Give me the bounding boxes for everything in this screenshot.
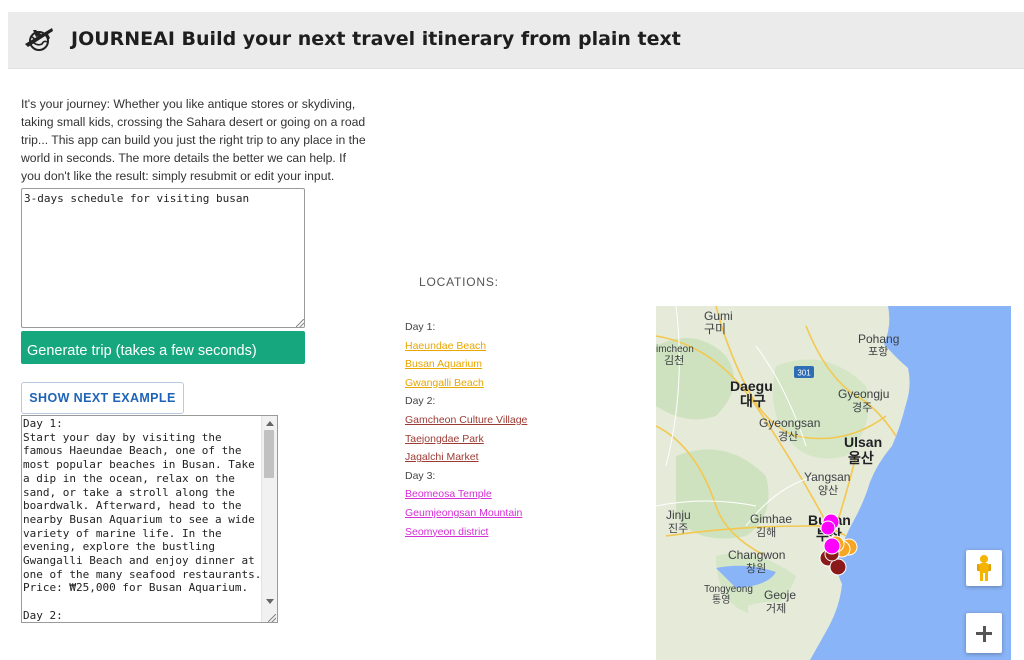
- map-label-tongyeong-ko: 통영: [712, 594, 730, 606]
- itinerary-output[interactable]: Day 1: Start your day by visiting the fa…: [21, 415, 278, 623]
- map-label-daegu-ko: 대구: [740, 393, 766, 409]
- map-label-gyeongsan: Gyeongsan: [759, 416, 820, 430]
- map-label-gumi-ko: 구미: [704, 322, 726, 336]
- map-label-gyeongju: Gyeongju: [838, 387, 889, 401]
- day-2-label: Day 2:: [405, 395, 436, 408]
- intro-text: It's your journey: Whether you like anti…: [21, 97, 366, 183]
- map-label-gyeongsan-ko: 경산: [778, 430, 798, 443]
- map-label-changwon: Changwon: [728, 548, 785, 562]
- location-link-haeundae-beach[interactable]: Haeundae Beach: [405, 337, 635, 356]
- map-marker-geumjeongsan-mountain[interactable]: [820, 520, 836, 536]
- map-canvas[interactable]: 301 Gumi 구미 imcheon 김천 Pohang 포항 Daegu 대…: [656, 306, 1011, 660]
- app-header: JOURNEAI Build your next travel itinerar…: [8, 12, 1024, 69]
- itinerary-scrollbar[interactable]: [261, 416, 277, 622]
- map-label-geoje: Geoje: [764, 588, 796, 602]
- location-link-seomyeon-district[interactable]: Seomyeon district: [405, 523, 635, 542]
- generate-trip-button[interactable]: Generate trip (takes a few seconds): [21, 331, 305, 364]
- map-label-gumi: Gumi: [704, 309, 733, 323]
- map-label-gimhae: Gimhae: [750, 512, 792, 526]
- map-label-ulsan: Ulsan: [844, 434, 882, 450]
- map-label-changwon-ko: 창원: [746, 562, 766, 575]
- output-resize-handle[interactable]: [268, 614, 276, 622]
- location-link-gwangalli-beach[interactable]: Gwangalli Beach: [405, 374, 635, 393]
- location-link-beomeosa-temple[interactable]: Beomeosa Temple: [405, 485, 635, 504]
- map-label-gimcheon: imcheon: [656, 344, 694, 355]
- map-label-gimcheon-ko: 김천: [664, 353, 684, 367]
- day-3-label: Day 3:: [405, 469, 436, 482]
- location-link-geumjeongsan-mountain[interactable]: Geumjeongsan Mountain: [405, 504, 635, 523]
- trip-prompt-input[interactable]: 3-days schedule for visiting busan: [21, 188, 305, 328]
- locations-map[interactable]: 301 Gumi 구미 imcheon 김천 Pohang 포항 Daegu 대…: [656, 306, 1011, 660]
- location-link-busan-aquarium[interactable]: Busan Aquarium: [405, 355, 635, 374]
- map-label-jinju: Jinju: [666, 508, 691, 522]
- street-view-button[interactable]: [966, 550, 1002, 586]
- page-title: JOURNEAI Build your next travel itinerar…: [71, 28, 681, 50]
- plus-icon: [976, 625, 992, 642]
- map-label-gyeongju-ko: 경주: [852, 401, 872, 414]
- map-label-geoje-ko: 거제: [766, 602, 786, 615]
- zoom-in-button[interactable]: [966, 613, 1002, 653]
- scroll-thumb[interactable]: [264, 430, 274, 478]
- prompt-resize-handle[interactable]: [296, 319, 304, 327]
- map-label-yangsan-ko: 양산: [818, 484, 838, 497]
- location-link-taejongdae-park[interactable]: Taejongdae Park: [405, 430, 635, 449]
- map-label-daegu: Daegu: [730, 378, 773, 394]
- map-label-yangsan: Yangsan: [804, 470, 850, 484]
- location-link-jagalchi-market[interactable]: Jagalchi Market: [405, 448, 635, 467]
- locations-heading: LOCATIONS:: [419, 275, 499, 289]
- map-label-tongyeong: Tongyeong: [704, 584, 753, 595]
- map-label-jinju-ko: 진주: [668, 522, 688, 535]
- airplane-globe-icon: [25, 28, 53, 51]
- itinerary-text: Day 1: Start your day by visiting the fa…: [23, 417, 262, 622]
- map-label-pohang: Pohang: [858, 332, 899, 346]
- pegman-icon: [977, 555, 991, 581]
- day-1-label: Day 1:: [405, 321, 436, 333]
- map-marker-seomyeon-district[interactable]: [823, 537, 841, 555]
- locations-list: Day 1: Haeundae Beach Busan Aquarium Gwa…: [405, 318, 635, 541]
- scroll-down-icon[interactable]: [266, 599, 274, 604]
- scroll-up-icon[interactable]: [266, 421, 274, 426]
- map-label-gimhae-ko: 김해: [756, 525, 776, 539]
- route-301-label: 301: [797, 369, 811, 378]
- map-label-pohang-ko: 포항: [868, 345, 888, 358]
- show-next-example-button[interactable]: SHOW NEXT EXAMPLE: [21, 382, 184, 414]
- map-label-ulsan-ko: 울산: [848, 450, 874, 466]
- location-link-gamcheon-culture-village[interactable]: Gamcheon Culture Village: [405, 411, 635, 430]
